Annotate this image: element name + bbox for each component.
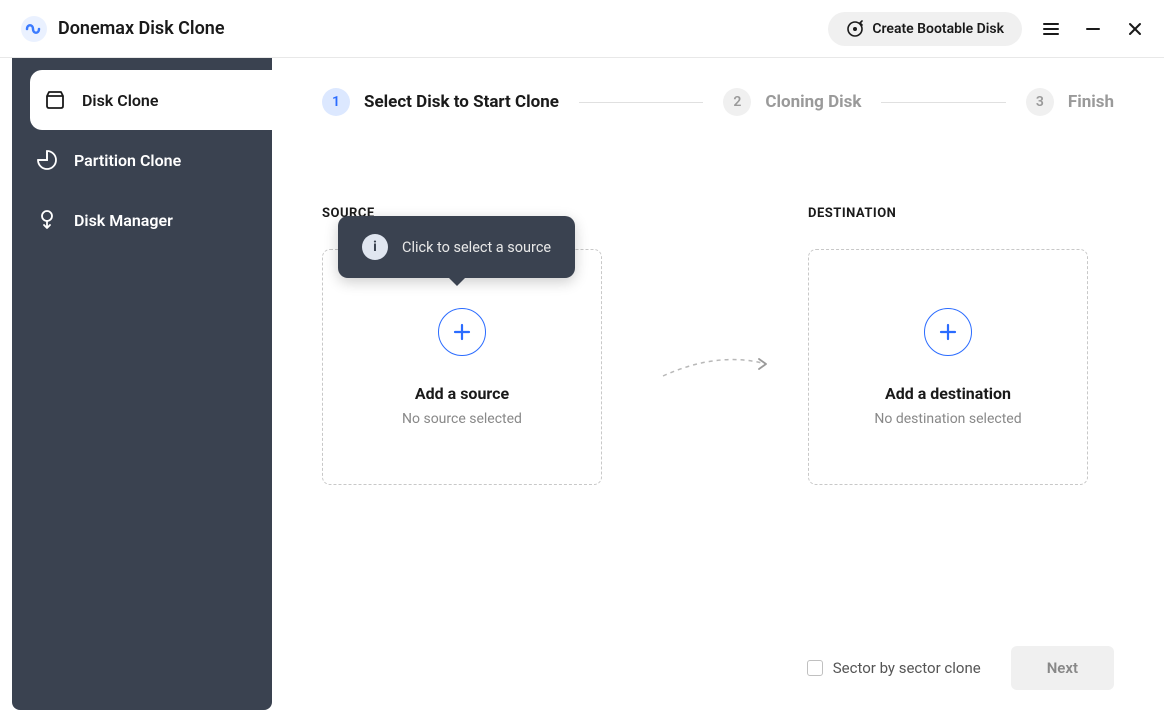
step-indicator: 1 Select Disk to Start Clone 2 Cloning D… — [322, 88, 1114, 116]
tooltip-text: Click to select a source — [402, 239, 551, 256]
destination-drop-zone[interactable]: Add a destination No destination selecte… — [808, 249, 1088, 485]
source-section: SOURCE i Click to select a source Add a … — [322, 206, 628, 485]
add-source-icon — [438, 308, 486, 356]
source-zone-sub: No source selected — [402, 411, 522, 427]
sidebar-item-label: Partition Clone — [74, 151, 181, 170]
next-button[interactable]: Next — [1011, 646, 1114, 690]
destination-heading: DESTINATION — [808, 206, 1114, 221]
create-bootable-disk-label: Create Bootable Disk — [872, 21, 1004, 37]
footer: Sector by sector clone Next — [807, 646, 1114, 690]
disk-icon — [846, 20, 864, 38]
arrow-icon — [658, 346, 778, 386]
destination-section: DESTINATION Add a destination No destina… — [808, 206, 1114, 485]
menu-button[interactable] — [1042, 20, 1060, 38]
sidebar-item-label: Disk Manager — [74, 211, 173, 230]
window-controls — [1042, 20, 1144, 38]
sector-by-sector-checkbox[interactable]: Sector by sector clone — [807, 659, 981, 677]
destination-zone-sub: No destination selected — [874, 411, 1021, 427]
disk-clone-icon — [44, 89, 66, 111]
create-bootable-disk-button[interactable]: Create Bootable Disk — [828, 12, 1022, 46]
step-1-label: Select Disk to Start Clone — [364, 92, 559, 112]
sidebar-item-label: Disk Clone — [82, 91, 158, 110]
source-drop-zone[interactable]: i Click to select a source Add a source … — [322, 249, 602, 485]
step-1: 1 Select Disk to Start Clone — [322, 88, 559, 116]
source-zone-title: Add a source — [415, 384, 509, 403]
step-2-number: 2 — [723, 88, 751, 116]
close-icon — [1128, 22, 1142, 36]
add-destination-icon — [924, 308, 972, 356]
menu-icon — [1043, 22, 1059, 36]
minimize-icon — [1086, 22, 1100, 36]
app-logo-icon — [20, 15, 48, 43]
sidebar: Disk Clone Partition Clone Disk Manager — [12, 58, 272, 710]
step-2: 2 Cloning Disk — [723, 88, 861, 116]
disk-manager-icon — [36, 209, 58, 231]
step-3-number: 3 — [1026, 88, 1054, 116]
info-icon: i — [362, 234, 388, 260]
minimize-button[interactable] — [1084, 20, 1102, 38]
checkbox-label: Sector by sector clone — [833, 659, 981, 677]
step-divider — [579, 102, 703, 103]
source-tooltip: i Click to select a source — [338, 216, 575, 278]
titlebar: Donemax Disk Clone Create Bootable Disk — [0, 0, 1164, 58]
checkbox-icon — [807, 660, 823, 676]
app-title: Donemax Disk Clone — [58, 18, 828, 39]
close-button[interactable] — [1126, 20, 1144, 38]
partition-clone-icon — [36, 149, 58, 171]
destination-zone-title: Add a destination — [885, 384, 1011, 403]
main-content: 1 Select Disk to Start Clone 2 Cloning D… — [272, 58, 1164, 724]
plus-icon — [939, 323, 957, 341]
step-3: 3 Finish — [1026, 88, 1114, 116]
sidebar-item-partition-clone[interactable]: Partition Clone — [12, 130, 272, 190]
step-1-number: 1 — [322, 88, 350, 116]
sidebar-item-disk-clone[interactable]: Disk Clone — [30, 70, 272, 130]
sidebar-item-disk-manager[interactable]: Disk Manager — [12, 190, 272, 250]
step-2-label: Cloning Disk — [765, 92, 861, 112]
step-divider — [881, 102, 1005, 103]
plus-icon — [453, 323, 471, 341]
step-3-label: Finish — [1068, 92, 1114, 112]
transfer-arrow — [628, 246, 808, 485]
